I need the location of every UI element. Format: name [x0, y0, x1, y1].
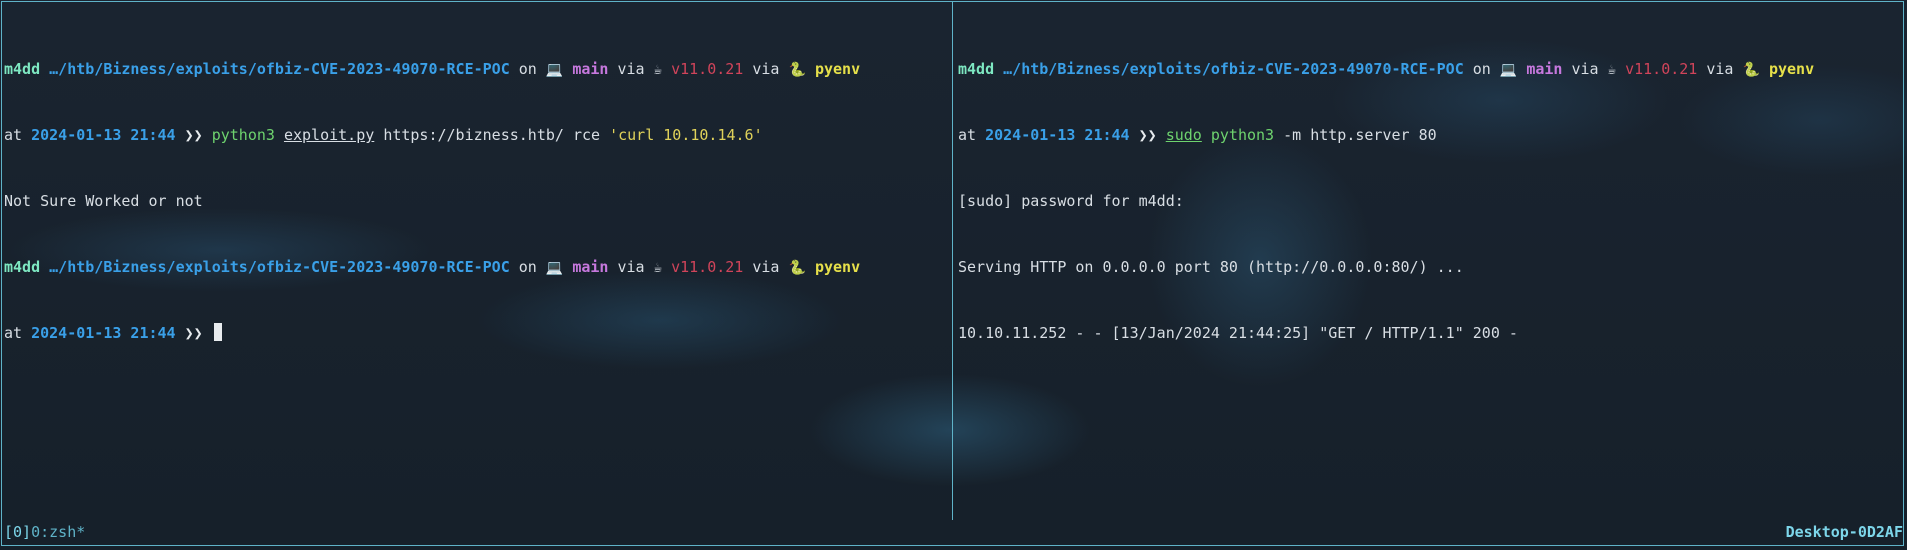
java-version: v11.0.21: [671, 60, 744, 78]
prompt-at: at: [4, 126, 23, 144]
pane-divider[interactable]: [952, 2, 953, 520]
laptop-icon: 💻: [1499, 62, 1518, 78]
command-program: python3: [1210, 126, 1275, 144]
prompt-datetime: 2024-01-13 21:44: [31, 126, 176, 144]
status-left: [0]0:zsh*: [4, 521, 85, 543]
prompt-datetime: 2024-01-13 21:44: [985, 126, 1130, 144]
status-hostname: Desktop-0D2AF: [1785, 523, 1903, 541]
tmux-status-bar: [0]0:zsh* Desktop-0D2AF: [4, 521, 1903, 543]
git-branch: main: [1526, 60, 1563, 78]
java-version: v11.0.21: [1625, 60, 1698, 78]
prompt-user: m4dd: [4, 258, 41, 276]
window-tab-zsh[interactable]: 0:zsh*: [31, 523, 85, 541]
prompt-user: m4dd: [4, 60, 41, 78]
java-coffee-icon: ☕: [653, 260, 663, 276]
command-output: Not Sure Worked or not: [4, 192, 203, 210]
prompt-at: at: [958, 126, 977, 144]
server-status-output: Serving HTTP on 0.0.0.0 port 80 (http://…: [958, 258, 1464, 276]
laptop-icon: 💻: [545, 260, 564, 276]
command-string-arg: 'curl 10.10.14.6': [609, 126, 763, 144]
prompt-path: …/htb/Bizness/exploits/ofbiz-CVE-2023-49…: [1003, 60, 1464, 78]
pyenv-label: pyenv: [1768, 60, 1815, 78]
prompt-user: m4dd: [958, 60, 995, 78]
prompt-line: m4dd …/htb/Bizness/exploits/ofbiz-CVE-20…: [4, 256, 950, 278]
command-line: at 2024-01-13 21:44 ❯❯ sudo python3 -m h…: [958, 124, 1902, 146]
java-coffee-icon: ☕: [1607, 62, 1617, 78]
command-line: at 2024-01-13 21:44 ❯❯ python3 exploit.p…: [4, 124, 950, 146]
prompt-via: via: [752, 258, 780, 276]
prompt-via: via: [1706, 60, 1734, 78]
session-index[interactable]: [0]: [4, 523, 31, 541]
terminal-pane-right[interactable]: m4dd …/htb/Bizness/exploits/ofbiz-CVE-20…: [958, 14, 1902, 366]
prompt-line: m4dd …/htb/Bizness/exploits/ofbiz-CVE-20…: [4, 58, 950, 80]
command-args: -m http.server 80: [1283, 126, 1437, 144]
pyenv-label: pyenv: [814, 258, 861, 276]
command-args: https://bizness.htb/ rce: [383, 126, 601, 144]
python-snake-icon: 🐍: [788, 62, 806, 78]
prompt-arrow: ❯❯: [1138, 126, 1157, 144]
pyenv-label: pyenv: [814, 60, 861, 78]
command-program: python3: [211, 126, 275, 144]
java-version: v11.0.21: [671, 258, 744, 276]
prompt-on: on: [1472, 60, 1491, 78]
python-snake-icon: 🐍: [1742, 62, 1760, 78]
prompt-via: via: [752, 60, 780, 78]
active-command-line[interactable]: at 2024-01-13 21:44 ❯❯: [4, 322, 950, 344]
git-branch: main: [572, 258, 609, 276]
java-coffee-icon: ☕: [653, 62, 663, 78]
server-request-log: 10.10.11.252 - - [13/Jan/2024 21:44:25] …: [958, 324, 1518, 342]
prompt-arrow: ❯❯: [184, 324, 203, 342]
prompt-at: at: [4, 324, 23, 342]
laptop-icon: 💻: [545, 62, 564, 78]
sudo-password-prompt: [sudo] password for m4dd:: [958, 192, 1184, 210]
command-script: exploit.py: [283, 126, 375, 144]
git-branch: main: [572, 60, 609, 78]
prompt-via: via: [617, 60, 645, 78]
terminal-cursor[interactable]: [213, 323, 222, 341]
command-sudo: sudo: [1165, 126, 1202, 144]
prompt-on: on: [518, 258, 537, 276]
prompt-line: m4dd …/htb/Bizness/exploits/ofbiz-CVE-20…: [958, 58, 1902, 80]
prompt-arrow: ❯❯: [184, 126, 203, 144]
prompt-path: …/htb/Bizness/exploits/ofbiz-CVE-2023-49…: [49, 258, 510, 276]
prompt-via: via: [1571, 60, 1599, 78]
prompt-path: …/htb/Bizness/exploits/ofbiz-CVE-2023-49…: [49, 60, 510, 78]
python-snake-icon: 🐍: [788, 260, 806, 276]
terminal-pane-left[interactable]: m4dd …/htb/Bizness/exploits/ofbiz-CVE-20…: [4, 14, 950, 366]
prompt-datetime: 2024-01-13 21:44: [31, 324, 176, 342]
prompt-via: via: [617, 258, 645, 276]
prompt-on: on: [518, 60, 537, 78]
